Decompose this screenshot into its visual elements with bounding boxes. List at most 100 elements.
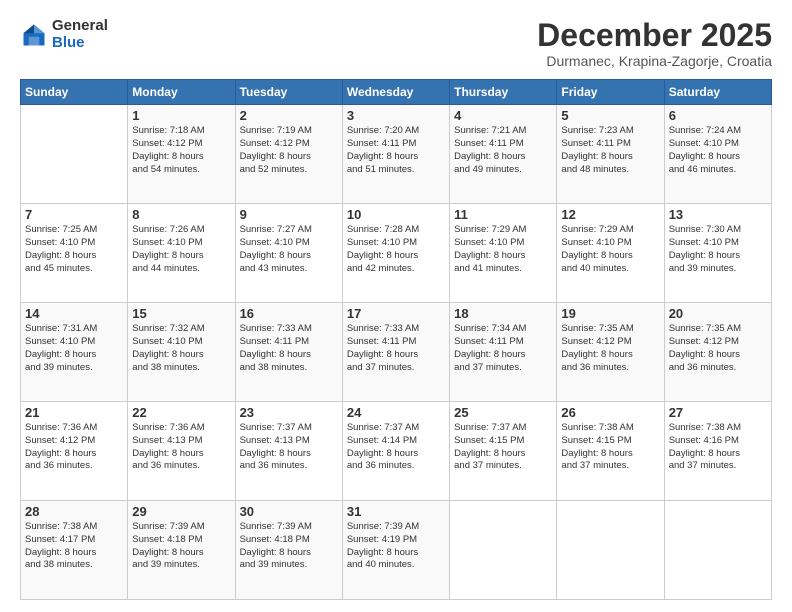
page: General Blue December 2025 Durmanec, Kra… [0, 0, 792, 612]
day-info: Sunrise: 7:19 AM Sunset: 4:12 PM Dayligh… [240, 125, 338, 176]
day-number: 28 [25, 504, 123, 519]
day-info: Sunrise: 7:25 AM Sunset: 4:10 PM Dayligh… [25, 224, 123, 275]
day-info: Sunrise: 7:33 AM Sunset: 4:11 PM Dayligh… [240, 323, 338, 374]
day-info: Sunrise: 7:34 AM Sunset: 4:11 PM Dayligh… [454, 323, 552, 374]
day-number: 11 [454, 207, 552, 222]
calendar-cell [557, 501, 664, 600]
day-number: 10 [347, 207, 445, 222]
day-info: Sunrise: 7:32 AM Sunset: 4:10 PM Dayligh… [132, 323, 230, 374]
calendar-cell: 13Sunrise: 7:30 AM Sunset: 4:10 PM Dayli… [664, 204, 771, 303]
day-info: Sunrise: 7:18 AM Sunset: 4:12 PM Dayligh… [132, 125, 230, 176]
calendar-cell: 1 Sunrise: 7:18 AM Sunset: 4:12 PM Daylig… [128, 105, 235, 204]
day-info: Sunrise: 7:26 AM Sunset: 4:10 PM Dayligh… [132, 224, 230, 275]
day-number: 7 [25, 207, 123, 222]
day-number: 29 [132, 504, 230, 519]
day-info: Sunrise: 7:35 AM Sunset: 4:12 PM Dayligh… [561, 323, 659, 374]
day-info: Sunrise: 7:31 AM Sunset: 4:10 PM Dayligh… [25, 323, 123, 374]
day-info: Sunrise: 7:39 AM Sunset: 4:18 PM Dayligh… [132, 521, 230, 572]
calendar-cell: 24 Sunrise: 7:37 AM Sunset: 4:14 PM Dayli… [342, 402, 449, 501]
calendar-week-row: 14 Sunrise: 7:31 AM Sunset: 4:10 PM Dayli… [21, 303, 772, 402]
calendar-day-header: Saturday [664, 80, 771, 105]
logo-blue: Blue [52, 34, 85, 51]
day-info: Sunrise: 7:23 AM Sunset: 4:11 PM Dayligh… [561, 125, 659, 176]
title-block: December 2025 Durmanec, Krapina-Zagorje,… [537, 18, 772, 69]
calendar-header: SundayMondayTuesdayWednesdayThursdayFrid… [21, 80, 772, 105]
day-number: 25 [454, 405, 552, 420]
day-number: 19 [561, 306, 659, 321]
calendar-cell: 17Sunrise: 7:33 AM Sunset: 4:11 PM Dayli… [342, 303, 449, 402]
day-info: Sunrise: 7:21 AM Sunset: 4:11 PM Dayligh… [454, 125, 552, 176]
calendar-cell: 27 Sunrise: 7:38 AM Sunset: 4:16 PM Dayli… [664, 402, 771, 501]
calendar-cell: 21Sunrise: 7:36 AM Sunset: 4:12 PM Dayli… [21, 402, 128, 501]
day-info: Sunrise: 7:37 AM Sunset: 4:14 PM Dayligh… [347, 422, 445, 473]
day-number: 26 [561, 405, 659, 420]
calendar-week-row: 21Sunrise: 7:36 AM Sunset: 4:12 PM Dayli… [21, 402, 772, 501]
calendar-cell: 28Sunrise: 7:38 AM Sunset: 4:17 PM Dayli… [21, 501, 128, 600]
calendar-cell: 31Sunrise: 7:39 AM Sunset: 4:19 PM Dayli… [342, 501, 449, 600]
calendar-cell: 22Sunrise: 7:36 AM Sunset: 4:13 PM Dayli… [128, 402, 235, 501]
calendar-cell: 18Sunrise: 7:34 AM Sunset: 4:11 PM Dayli… [450, 303, 557, 402]
calendar-body: 1 Sunrise: 7:18 AM Sunset: 4:12 PM Daylig… [21, 105, 772, 600]
day-info: Sunrise: 7:37 AM Sunset: 4:13 PM Dayligh… [240, 422, 338, 473]
day-number: 16 [240, 306, 338, 321]
calendar-cell: 16 Sunrise: 7:33 AM Sunset: 4:11 PM Dayli… [235, 303, 342, 402]
calendar-cell: 10 Sunrise: 7:28 AM Sunset: 4:10 PM Dayli… [342, 204, 449, 303]
calendar-header-row: SundayMondayTuesdayWednesdayThursdayFrid… [21, 80, 772, 105]
day-number: 23 [240, 405, 338, 420]
day-info: Sunrise: 7:20 AM Sunset: 4:11 PM Dayligh… [347, 125, 445, 176]
calendar-week-row: 7 Sunrise: 7:25 AM Sunset: 4:10 PM Daylig… [21, 204, 772, 303]
day-info: Sunrise: 7:29 AM Sunset: 4:10 PM Dayligh… [561, 224, 659, 275]
day-number: 17 [347, 306, 445, 321]
calendar-cell: 7 Sunrise: 7:25 AM Sunset: 4:10 PM Daylig… [21, 204, 128, 303]
calendar-cell: 6Sunrise: 7:24 AM Sunset: 4:10 PM Daylig… [664, 105, 771, 204]
calendar-day-header: Wednesday [342, 80, 449, 105]
calendar-day-header: Sunday [21, 80, 128, 105]
day-number: 3 [347, 108, 445, 123]
day-number: 30 [240, 504, 338, 519]
day-number: 5 [561, 108, 659, 123]
day-number: 20 [669, 306, 767, 321]
calendar-cell: 12Sunrise: 7:29 AM Sunset: 4:10 PM Dayli… [557, 204, 664, 303]
calendar-cell: 30 Sunrise: 7:39 AM Sunset: 4:18 PM Dayli… [235, 501, 342, 600]
day-number: 27 [669, 405, 767, 420]
logo: General Blue [20, 18, 108, 51]
day-number: 1 [132, 108, 230, 123]
day-number: 21 [25, 405, 123, 420]
day-info: Sunrise: 7:36 AM Sunset: 4:13 PM Dayligh… [132, 422, 230, 473]
calendar-table: SundayMondayTuesdayWednesdayThursdayFrid… [20, 79, 772, 600]
calendar-cell: 20 Sunrise: 7:35 AM Sunset: 4:12 PM Dayli… [664, 303, 771, 402]
calendar-week-row: 28Sunrise: 7:38 AM Sunset: 4:17 PM Dayli… [21, 501, 772, 600]
day-number: 13 [669, 207, 767, 222]
calendar-week-row: 1 Sunrise: 7:18 AM Sunset: 4:12 PM Daylig… [21, 105, 772, 204]
day-info: Sunrise: 7:37 AM Sunset: 4:15 PM Dayligh… [454, 422, 552, 473]
day-number: 4 [454, 108, 552, 123]
day-info: Sunrise: 7:39 AM Sunset: 4:18 PM Dayligh… [240, 521, 338, 572]
calendar-cell: 25 Sunrise: 7:37 AM Sunset: 4:15 PM Dayli… [450, 402, 557, 501]
month-title: December 2025 [537, 18, 772, 53]
calendar-cell: 4 Sunrise: 7:21 AM Sunset: 4:11 PM Daylig… [450, 105, 557, 204]
location: Durmanec, Krapina-Zagorje, Croatia [537, 53, 772, 69]
day-number: 24 [347, 405, 445, 420]
day-number: 8 [132, 207, 230, 222]
day-number: 14 [25, 306, 123, 321]
day-info: Sunrise: 7:35 AM Sunset: 4:12 PM Dayligh… [669, 323, 767, 374]
day-number: 2 [240, 108, 338, 123]
day-info: Sunrise: 7:38 AM Sunset: 4:15 PM Dayligh… [561, 422, 659, 473]
calendar-cell: 3 Sunrise: 7:20 AM Sunset: 4:11 PM Daylig… [342, 105, 449, 204]
calendar-day-header: Thursday [450, 80, 557, 105]
calendar-cell: 26 Sunrise: 7:38 AM Sunset: 4:15 PM Dayli… [557, 402, 664, 501]
calendar-day-header: Friday [557, 80, 664, 105]
logo-text: General Blue [52, 18, 108, 51]
logo-icon [20, 21, 48, 49]
calendar-cell: 8 Sunrise: 7:26 AM Sunset: 4:10 PM Daylig… [128, 204, 235, 303]
calendar-cell: 11Sunrise: 7:29 AM Sunset: 4:10 PM Dayli… [450, 204, 557, 303]
day-info: Sunrise: 7:38 AM Sunset: 4:16 PM Dayligh… [669, 422, 767, 473]
calendar-cell: 23 Sunrise: 7:37 AM Sunset: 4:13 PM Dayli… [235, 402, 342, 501]
day-info: Sunrise: 7:28 AM Sunset: 4:10 PM Dayligh… [347, 224, 445, 275]
day-number: 6 [669, 108, 767, 123]
calendar-cell: 14 Sunrise: 7:31 AM Sunset: 4:10 PM Dayli… [21, 303, 128, 402]
day-info: Sunrise: 7:39 AM Sunset: 4:19 PM Dayligh… [347, 521, 445, 572]
calendar-cell [21, 105, 128, 204]
day-info: Sunrise: 7:27 AM Sunset: 4:10 PM Dayligh… [240, 224, 338, 275]
calendar-cell [450, 501, 557, 600]
